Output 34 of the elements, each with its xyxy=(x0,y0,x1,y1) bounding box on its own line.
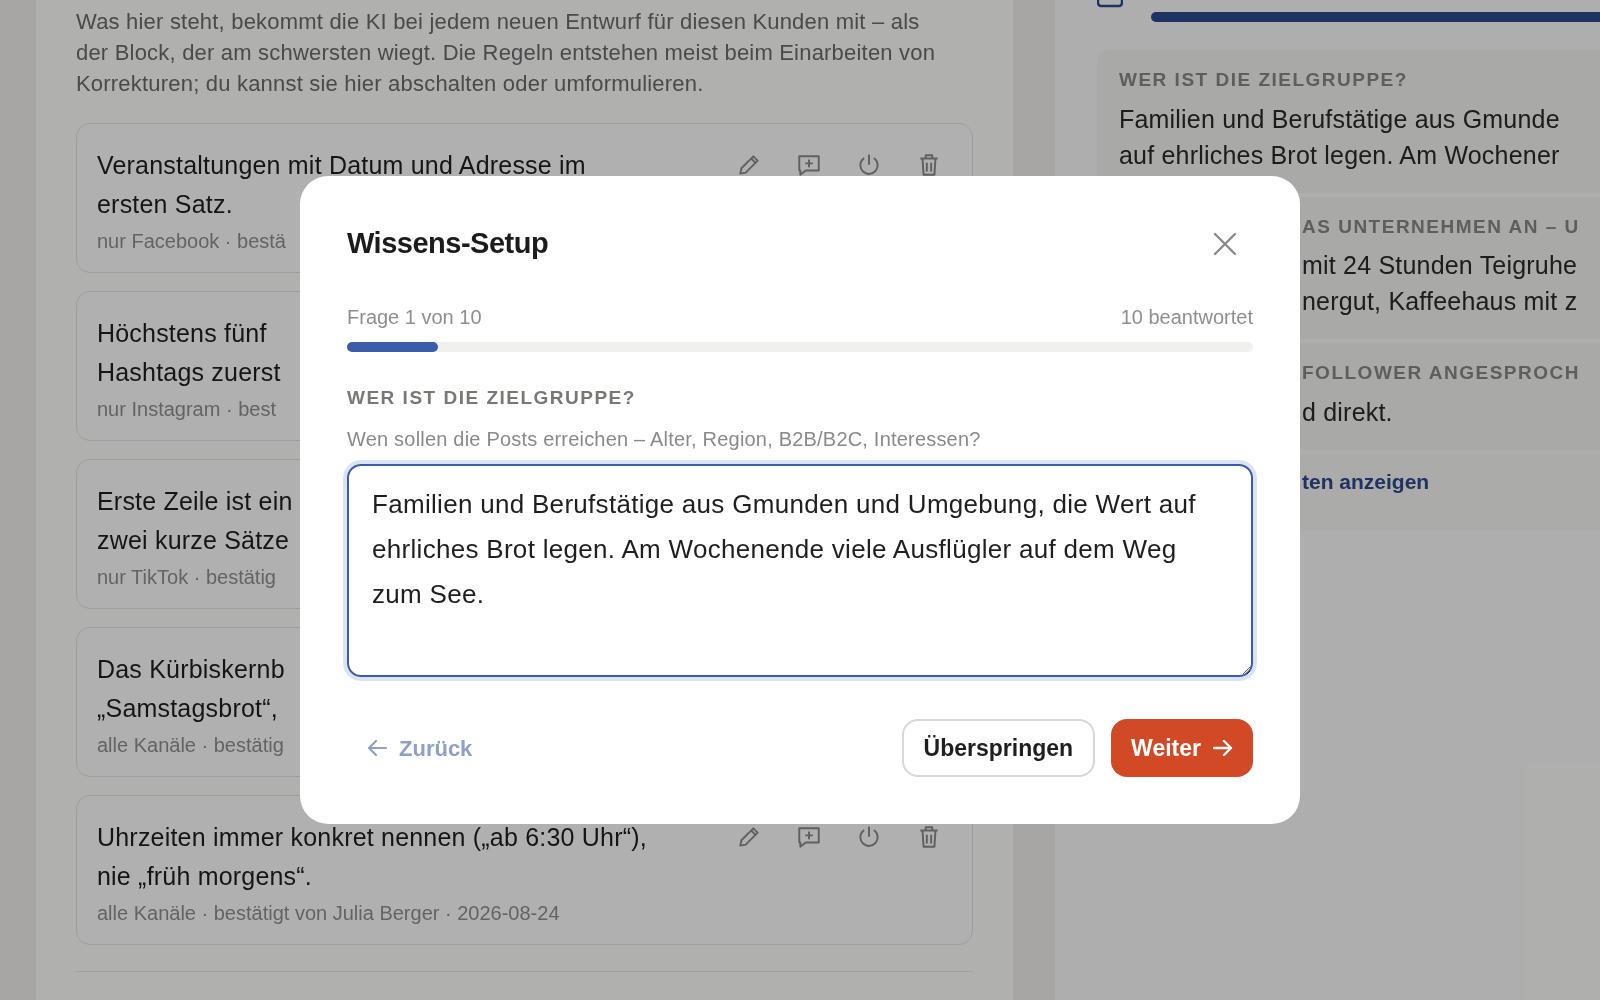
edit-icon[interactable] xyxy=(736,824,762,850)
answer-question: AS UNTERNEHMEN AN – U xyxy=(1302,214,1581,239)
skip-button[interactable]: Überspringen xyxy=(901,719,1096,777)
answer-text: d direkt. xyxy=(1302,396,1394,428)
close-icon[interactable] xyxy=(1213,231,1237,256)
rule-text: Das Kürbiskernb „Samstagsbrot“, xyxy=(97,654,285,724)
comment-plus-icon[interactable] xyxy=(796,824,822,850)
rule-meta: nur Facebook · bestä xyxy=(97,229,286,254)
rule-meta: alle Kanäle · bestätigt von Julia Berger · 2026-08-24 xyxy=(97,901,560,926)
power-icon[interactable] xyxy=(856,152,882,178)
next-button[interactable]: Weiter xyxy=(1111,719,1253,777)
step-counter: Frage 1 von 10 xyxy=(347,304,482,330)
answer-question: FOLLOWER ANGESPROCH xyxy=(1302,361,1581,385)
dialog-title: Wissens-Setup xyxy=(347,226,549,261)
answer-question: WER IST DIE ZIELGRUPPE? xyxy=(1119,68,1409,92)
answered-count: 10 beantwortet xyxy=(1120,304,1253,330)
answer-text: mit 24 Stunden Teigruhe nergut, Kaffeehaus mit z xyxy=(1302,250,1579,317)
question-hint: Wen sollen die Posts erreichen – Alter, Region, B2B/B2C, Interessen? xyxy=(347,427,982,452)
arrow-right-icon xyxy=(1213,739,1233,757)
rule-meta: nur TikTok · bestätig xyxy=(97,565,276,590)
show-all-link[interactable]: ten anzeigen xyxy=(1302,469,1430,493)
arrow-left-icon xyxy=(367,739,387,757)
rule-text: Uhrzeiten immer konkret nennen („ab 6:30 Uhr“), nie „früh morgens“. xyxy=(97,822,647,892)
rule-text: Erste Zeile ist ein zwei kurze Sätze xyxy=(97,486,293,556)
edit-icon[interactable] xyxy=(736,152,762,178)
intro-text: Was hier steht, bekommt die KI bei jedem neuen Entwurf für diesen Kunden mit – als der Block, der am schwersten wiegt. Die Regeln entstehen meist beim Einarbeiten von Korrekturen; du kannst sie hier abschalten oder umformulieren. xyxy=(76,8,936,98)
rule-meta: alle Kanäle · bestätig xyxy=(97,733,284,758)
rule-text: Veranstaltungen mit Datum und Adresse im ersten Satz. xyxy=(97,150,586,220)
answer-text: Familien und Berufstätige aus Gmunde auf ehrliches Brot legen. Am Wochener xyxy=(1119,103,1561,171)
question-label: WER IST DIE ZIELGRUPPE? xyxy=(347,385,637,410)
power-icon[interactable] xyxy=(856,824,882,850)
comment-plus-icon[interactable] xyxy=(796,152,822,178)
rule-meta: nur Instagram · best xyxy=(97,397,276,422)
rule-text: Höchstens fünf Hashtags zuerst xyxy=(97,318,281,388)
